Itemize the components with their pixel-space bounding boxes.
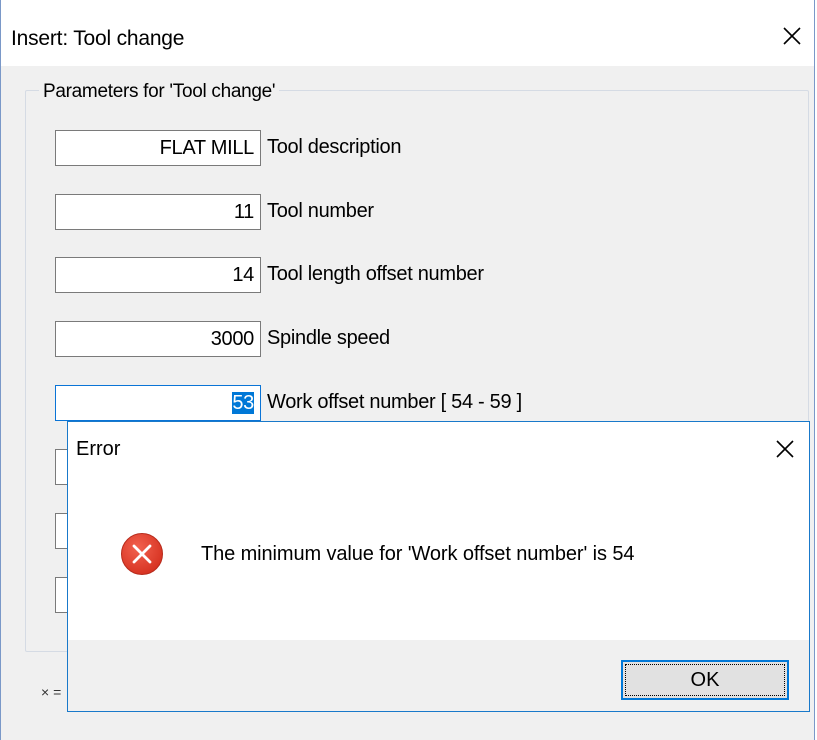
error-icon bbox=[121, 533, 163, 575]
error-message: The minimum value for 'Work offset numbe… bbox=[201, 543, 635, 565]
error-dialog-footer: OK bbox=[68, 640, 809, 711]
ok-button[interactable]: OK bbox=[621, 660, 789, 700]
close-icon[interactable] bbox=[765, 430, 805, 468]
spindle-speed-input[interactable]: 3000 bbox=[55, 321, 261, 357]
parameters-group-label: Parameters for 'Tool change' bbox=[39, 81, 280, 103]
work-offset-input[interactable]: 53 bbox=[55, 385, 261, 421]
tool-number-input[interactable]: 11 bbox=[55, 194, 261, 230]
footnote: × = bbox=[41, 684, 62, 700]
error-dialog-title: Error bbox=[76, 438, 121, 460]
work-offset-selected-text: 53 bbox=[232, 392, 254, 414]
error-dialog: Error The minimum value for 'Work offset… bbox=[67, 421, 810, 712]
tool-description-input[interactable]: FLAT MILL bbox=[55, 130, 261, 166]
tool-length-offset-input[interactable]: 14 bbox=[55, 257, 261, 293]
tool-length-offset-label: Tool length offset number bbox=[267, 263, 484, 285]
tool-number-label: Tool number bbox=[267, 200, 374, 222]
work-offset-label: Work offset number [ 54 - 59 ] bbox=[267, 391, 522, 413]
close-icon[interactable] bbox=[770, 16, 814, 56]
title-bar: Insert: Tool change bbox=[1, 0, 814, 66]
dialog-title: Insert: Tool change bbox=[11, 27, 185, 50]
tool-description-label: Tool description bbox=[267, 136, 402, 158]
spindle-speed-label: Spindle speed bbox=[267, 327, 390, 349]
